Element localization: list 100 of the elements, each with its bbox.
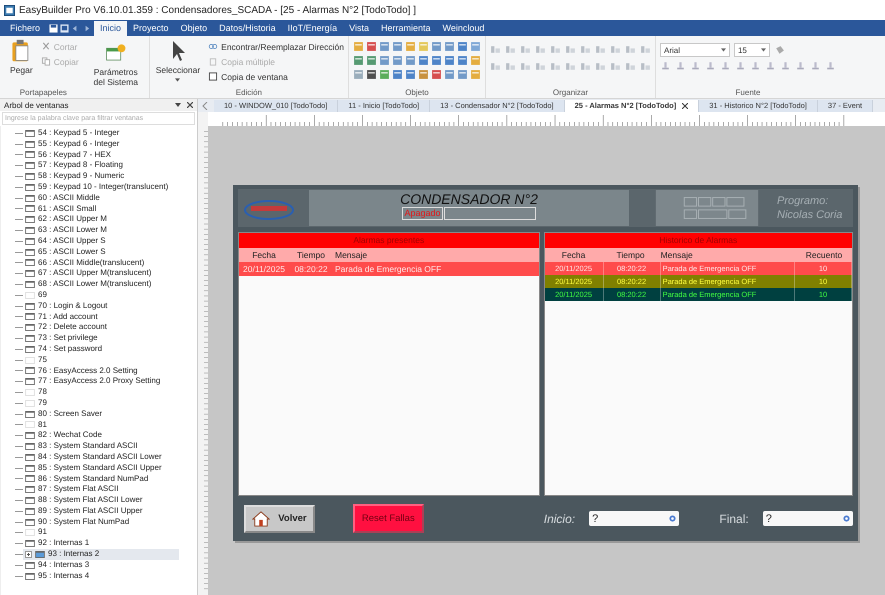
tool-icon[interactable] <box>404 69 416 80</box>
tree-item[interactable]: 80 : Screen Saver <box>23 408 104 420</box>
align-icon[interactable] <box>534 61 546 72</box>
tree-item[interactable]: 62 : ASCII Upper M <box>23 214 109 226</box>
align-icon[interactable] <box>550 44 561 55</box>
tree-item[interactable]: 70 : Login & Logout <box>23 300 110 312</box>
align-icon[interactable] <box>640 61 651 72</box>
tree-item[interactable]: 64 : ASCII Upper S <box>23 236 108 247</box>
align-icon[interactable] <box>550 61 561 72</box>
paint-icon[interactable] <box>774 44 785 56</box>
align-icon[interactable] <box>520 44 531 55</box>
tool-icon[interactable] <box>366 55 377 66</box>
menu-tab[interactable]: Weincloud <box>436 21 490 36</box>
tree-item[interactable]: 72 : Delete account <box>23 322 109 334</box>
align-icon[interactable] <box>504 61 516 72</box>
format-icon[interactable] <box>674 60 686 71</box>
tree-item[interactable]: 73 : Set privilege <box>23 333 100 344</box>
tool-icon[interactable] <box>366 69 377 80</box>
tree-item[interactable]: 84 : System Standard ASCII Lower <box>23 452 164 463</box>
back-button[interactable]: Volver <box>244 504 315 532</box>
tree-item[interactable]: 56 : Keypad 7 - HEX <box>23 150 113 160</box>
font-size-select[interactable]: 15 <box>734 43 770 57</box>
tree-item[interactable]: 71 : Add account <box>23 312 100 322</box>
tree-item[interactable]: 93 : Internas 2 <box>23 549 180 560</box>
close-icon[interactable] <box>187 102 193 108</box>
window-copy-button[interactable]: Copia de ventana <box>208 70 344 83</box>
tool-icon[interactable] <box>352 55 364 66</box>
tree-item[interactable]: 74 : Set password <box>23 344 104 355</box>
tree-item[interactable]: 91 <box>23 527 49 538</box>
align-icon[interactable] <box>640 44 651 55</box>
find-replace-button[interactable]: Encontrar/Reemplazar Dirección <box>208 40 344 53</box>
align-icon[interactable] <box>624 44 636 55</box>
tree-item[interactable]: 88 : System Flat ASCII Lower <box>23 495 144 506</box>
tree-item[interactable]: 69 <box>23 290 49 301</box>
save-icon[interactable] <box>49 24 58 33</box>
format-icon[interactable] <box>734 60 746 71</box>
align-icon[interactable] <box>580 44 591 55</box>
format-icon[interactable] <box>810 60 821 71</box>
format-icon[interactable] <box>690 60 701 71</box>
tool-icon[interactable] <box>456 41 468 52</box>
tree-item[interactable]: 85 : System Standard ASCII Upper <box>23 462 164 474</box>
format-icon[interactable] <box>704 60 716 71</box>
tree-item[interactable]: 89 : System Flat ASCII Upper <box>23 506 144 517</box>
format-icon[interactable] <box>720 60 731 71</box>
tree-item[interactable]: 77 : EasyAccess 2.0 Proxy Setting <box>23 376 162 388</box>
align-icon[interactable] <box>490 44 501 55</box>
align-icon[interactable] <box>594 61 606 72</box>
menu-tab[interactable]: Vista <box>343 21 376 36</box>
tree-item[interactable]: 87 : System Flat ASCII <box>23 484 120 496</box>
tree-item[interactable]: 61 : ASCII Small <box>23 204 98 214</box>
format-icon[interactable] <box>780 60 791 71</box>
scroll-left-icon[interactable] <box>202 102 208 110</box>
tool-icon[interactable] <box>430 55 442 66</box>
end-date-field[interactable]: ? <box>762 511 853 526</box>
tree-item[interactable]: 57 : Keypad 8 - Floating <box>23 160 125 172</box>
tool-icon[interactable] <box>418 55 429 66</box>
tool-icon[interactable] <box>456 55 468 66</box>
align-icon[interactable] <box>564 44 576 55</box>
tree-item[interactable]: 78 <box>23 387 49 398</box>
tree-item[interactable]: 60 : ASCII Middle <box>23 192 102 204</box>
tree-item[interactable]: 63 : ASCII Lower M <box>23 225 109 236</box>
menu-tab[interactable]: Objeto <box>174 21 214 36</box>
align-icon[interactable] <box>490 61 501 72</box>
tree-item[interactable]: 68 : ASCII Lower M(translucent) <box>23 279 154 290</box>
tree-item[interactable]: 58 : Keypad 9 - Numeric <box>23 171 126 182</box>
tree-item[interactable]: 94 : Internas 3 <box>23 560 92 571</box>
menu-tab[interactable]: Herramienta <box>375 21 437 36</box>
tool-icon[interactable] <box>430 69 442 80</box>
align-icon[interactable] <box>564 61 576 72</box>
tree-item[interactable]: 66 : ASCII Middle(translucent) <box>23 258 146 268</box>
menu-tab[interactable]: Datos/Historia <box>213 21 282 36</box>
tree-item[interactable]: 67 : ASCII Upper M(translucent) <box>23 268 154 280</box>
format-icon[interactable] <box>794 60 806 71</box>
menu-tab[interactable]: Proyecto <box>127 21 175 36</box>
menu-tab[interactable]: Inicio <box>94 21 128 36</box>
font-family-select[interactable]: Arial <box>660 43 730 57</box>
tree-item[interactable]: 82 : Wechat Code <box>23 430 104 442</box>
expand-icon[interactable] <box>25 550 32 558</box>
tree-item[interactable]: 92 : Internas 1 <box>23 538 92 550</box>
menu-tab[interactable]: IIoT/Energía <box>282 21 344 36</box>
tree-item[interactable]: 95 : Internas 4 <box>23 570 92 582</box>
tree-item[interactable]: 54 : Keypad 5 - Integer <box>23 128 122 139</box>
tree-item[interactable]: 76 : EasyAccess 2.0 Setting <box>23 366 140 376</box>
dropdown-icon[interactable] <box>175 102 181 108</box>
align-icon[interactable] <box>520 61 531 72</box>
tool-icon[interactable] <box>392 69 403 80</box>
tree-item[interactable]: 79 <box>23 398 49 409</box>
tree-item[interactable]: 86 : System Standard NumPad <box>23 474 150 484</box>
tree-item[interactable]: 59 : Keypad 10 - Integer(translucent) <box>23 182 170 193</box>
align-icon[interactable] <box>580 61 591 72</box>
align-icon[interactable] <box>610 61 621 72</box>
format-icon[interactable] <box>764 60 776 71</box>
format-icon[interactable] <box>660 60 671 71</box>
close-icon[interactable] <box>682 103 688 109</box>
tree-item[interactable]: 75 <box>23 354 49 366</box>
format-icon[interactable] <box>824 60 836 71</box>
align-icon[interactable] <box>534 44 546 55</box>
tree-item[interactable]: 90 : System Flat NumPad <box>23 516 132 528</box>
menu-tab[interactable]: Fichero <box>4 21 46 36</box>
align-icon[interactable] <box>624 61 636 72</box>
